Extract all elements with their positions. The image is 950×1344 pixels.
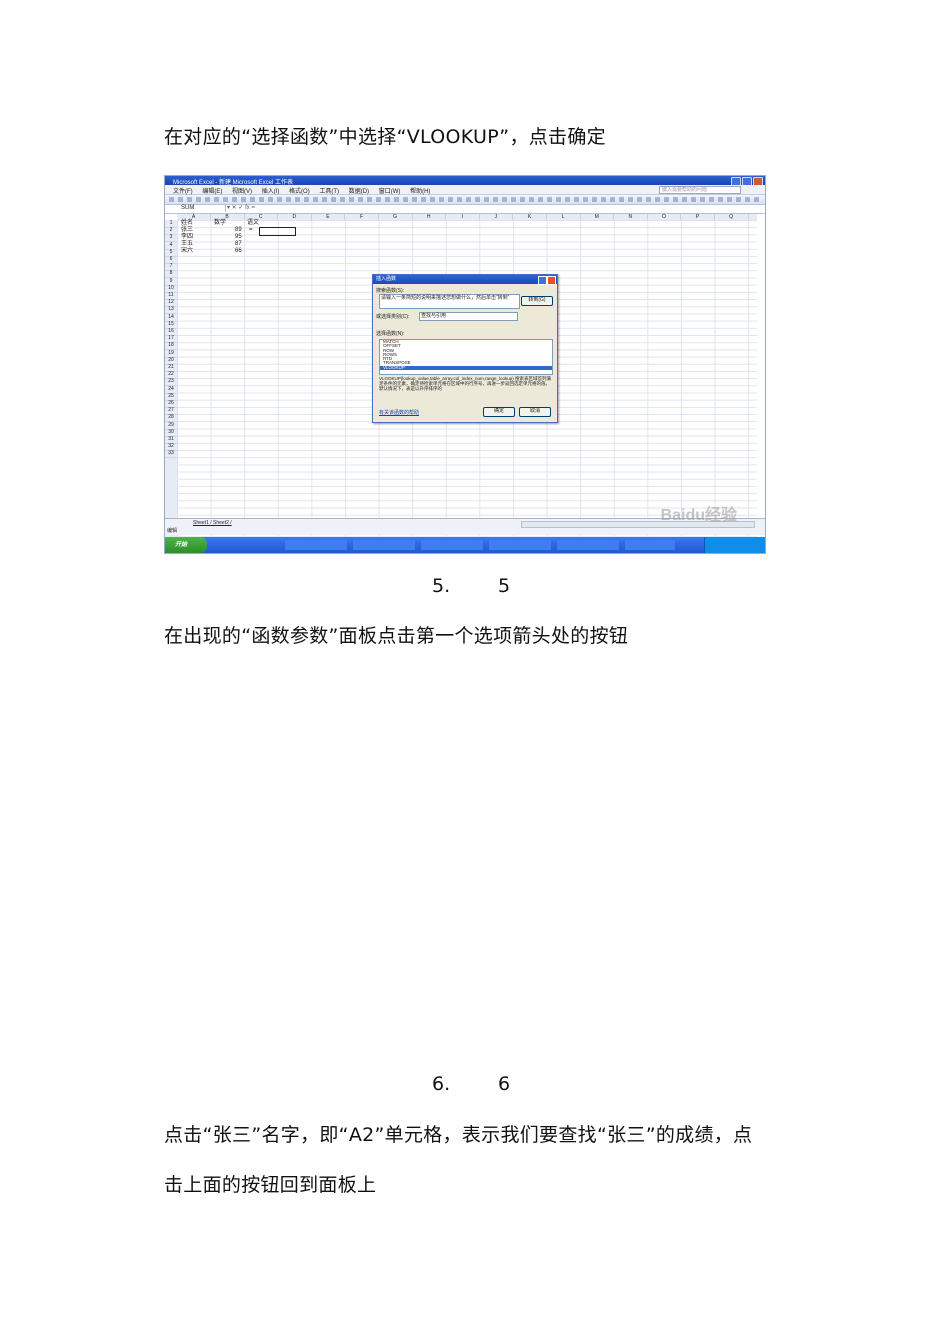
toolbar-icons bbox=[169, 197, 761, 202]
cell-a3: 李四 bbox=[181, 234, 194, 240]
windows-taskbar: 开始 bbox=[165, 537, 765, 553]
row-header: 33 bbox=[165, 450, 177, 459]
menu-insert: 插入(I) bbox=[261, 189, 280, 195]
step6-label: 6 bbox=[498, 1073, 511, 1095]
baidu-watermark: Baidu经验 bbox=[660, 507, 737, 524]
cell-b3: 95 bbox=[235, 234, 242, 240]
active-cell-c2 bbox=[259, 227, 296, 236]
toolbar bbox=[165, 195, 765, 205]
start-button: 开始 bbox=[165, 537, 207, 553]
ok-button: 确定 bbox=[483, 407, 515, 417]
step5-label: 5 bbox=[498, 575, 511, 597]
sheet-tab-label: Sheet1 / Sheet2 / bbox=[193, 520, 232, 526]
insert-function-dialog: 插入函数 搜索函数(S): 请输入一条简短的说明来描述您想做什么，然后单击“转到… bbox=[372, 274, 558, 423]
menu-tools: 工具(T) bbox=[319, 189, 340, 195]
menu-view: 视图(V) bbox=[232, 189, 253, 195]
close-icon bbox=[547, 276, 556, 285]
formula-bar: SUM ▾ ✕ ✓ fx = bbox=[165, 205, 765, 214]
taskbar-windows bbox=[285, 540, 675, 550]
menu-bar: 文件(F) 编辑(E) 视图(V) 插入(I) 格式(O) 工具(T) 数据(D… bbox=[165, 185, 765, 195]
cell-b5: 66 bbox=[235, 248, 242, 254]
cell-b4: 87 bbox=[235, 241, 242, 247]
step6-number: 6. bbox=[432, 1073, 451, 1095]
menu-file: 文件(F) bbox=[173, 189, 193, 195]
step5-number: 5. bbox=[432, 575, 451, 597]
status-bar: 编辑 bbox=[165, 528, 765, 535]
select-function-label: 选择函数(N): bbox=[376, 331, 405, 337]
menu-data: 数据(D) bbox=[348, 189, 370, 195]
step5-instruction: 在出现的“函数参数”面板点击第一个选项箭头处的按钮 bbox=[164, 625, 629, 647]
menu-help: 帮助(H) bbox=[410, 189, 431, 195]
window-titlebar: Microsoft Excel - 新建 Microsoft Excel 工作表 bbox=[165, 176, 765, 186]
system-tray bbox=[704, 537, 765, 553]
search-input: 请输入一条简短的说明来描述您想做什么，然后单击“转到” bbox=[379, 294, 520, 309]
cell-c1: 语文 bbox=[247, 220, 260, 226]
go-button: 转到(G) bbox=[521, 296, 553, 306]
help-link: 有关该函数的帮助 bbox=[379, 410, 420, 416]
step6-instruction-line1: 点击“张三”名字，即“A2”单元格，表示我们要查找“张三”的成绩，点 bbox=[164, 1124, 753, 1146]
name-box: SUM bbox=[167, 205, 226, 212]
cell-a5: 宋六 bbox=[181, 248, 194, 254]
dialog-title: 插入函数 bbox=[373, 275, 557, 285]
menu-format: 格式(O) bbox=[289, 189, 310, 195]
cell-b1: 数学 bbox=[214, 220, 227, 226]
menu-edit: 编辑(E) bbox=[202, 189, 223, 195]
search-label: 搜索函数(S): bbox=[376, 288, 405, 294]
function-item-selected: VLOOKUP bbox=[380, 365, 552, 371]
cell-a1: 姓名 bbox=[181, 220, 194, 226]
formula-content: ▾ ✕ ✓ fx = bbox=[227, 205, 255, 211]
excel-screenshot: Microsoft Excel - 新建 Microsoft Excel 工作表… bbox=[164, 175, 766, 554]
function-description: VLOOKUP(lookup_value,table_array,col_ind… bbox=[379, 376, 551, 391]
cell-c2: = bbox=[249, 227, 253, 233]
cancel-button: 取消 bbox=[519, 407, 551, 417]
category-select: 查找与引用 bbox=[419, 312, 518, 321]
cell-a2: 张三 bbox=[181, 227, 194, 233]
category-label: 或选择类别(C): bbox=[376, 314, 410, 320]
cell-b2: 89 bbox=[235, 227, 242, 233]
dialog-title-text: 插入函数 bbox=[376, 276, 397, 282]
function-list: MATCH OFFSET ROW ROWS RTD TRANSPOSE VLOO… bbox=[379, 339, 553, 375]
menu-window: 窗口(W) bbox=[378, 189, 401, 195]
cell-a4: 王五 bbox=[181, 241, 194, 247]
help-search-box: 键入需要帮助的问题 bbox=[659, 186, 741, 194]
help-icon bbox=[538, 276, 547, 285]
step4-instruction: 在对应的“选择函数”中选择“VLOOKUP”，点击确定 bbox=[164, 126, 606, 148]
step6-instruction-line2: 击上面的按钮回到面板上 bbox=[164, 1174, 377, 1196]
